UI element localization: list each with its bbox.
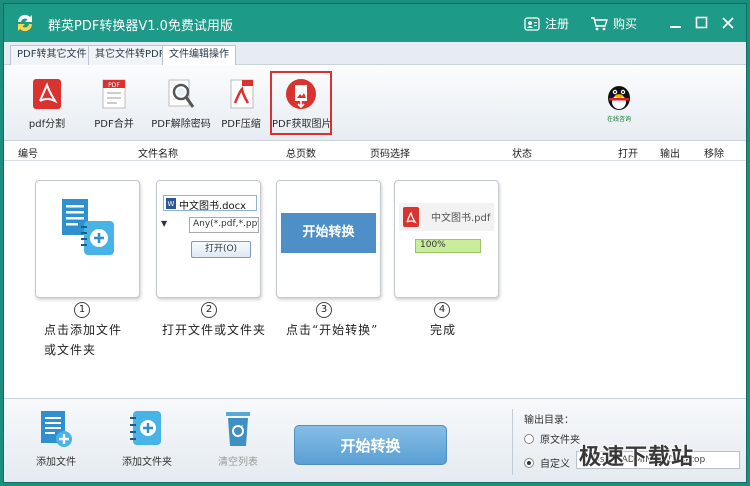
tab-row: PDF转其它文件 其它文件转PDF 文件编辑操作 — [4, 42, 746, 66]
qq-penguin-icon — [608, 86, 630, 110]
buy-label: 购买 — [613, 17, 638, 31]
col-status: 状态 — [512, 149, 532, 160]
add-file-icon — [41, 411, 72, 447]
done-file-name: 中文图书.pdf — [431, 213, 491, 224]
toolbar: pdf分割 PDF PDF合并 PDF解除密码 PDF压缩 PDF获取图片 在线… — [4, 65, 746, 141]
tab-pdf-to-other[interactable]: PDF转其它文件 — [10, 45, 94, 65]
col-number: 编号 — [18, 149, 38, 160]
col-remove: 移除 — [704, 149, 724, 160]
pdf-unlock-button[interactable]: PDF解除密码 — [150, 71, 212, 135]
step-3-text: 点击“开始转换” — [286, 320, 378, 340]
pdf-compress-icon — [230, 79, 254, 109]
done-file-row: 中文图书.pdf — [399, 203, 494, 231]
register-icon — [524, 16, 540, 31]
dialog-file-name: 中文图书.docx — [179, 201, 247, 212]
option-custom-folder[interactable]: 自定义 — [524, 455, 570, 470]
step-2-line1: 打开文件或文件夹 — [162, 323, 267, 337]
step-4-line1: 完成 — [430, 323, 457, 337]
svg-text:PDF: PDF — [108, 82, 120, 89]
dialog-file-field: W 中文图书.docx — [163, 195, 257, 212]
step-1-card — [35, 180, 140, 298]
title-bar: 群英PDF转换器V1.0免费试用版 注册 购买 — [4, 4, 746, 42]
clear-list-button[interactable]: 清空列表 — [218, 409, 258, 468]
pdf-compress-label: PDF压缩 — [221, 119, 261, 130]
done-progress-bar: 100% — [415, 239, 481, 253]
maximize-icon[interactable] — [692, 13, 712, 33]
add-folder-icon — [130, 411, 161, 445]
pdf-split-button[interactable]: pdf分割 — [16, 71, 78, 135]
word-doc-icon: W — [166, 198, 176, 209]
step-3-line1: 点击“开始转换” — [286, 323, 379, 337]
buy-link[interactable]: 购买 — [590, 15, 637, 32]
add-files-icon — [62, 199, 114, 255]
pdf-merge-label: PDF合并 — [94, 119, 134, 130]
step-3-convert-preview: 开始转换 — [281, 213, 376, 253]
cart-icon — [591, 16, 608, 30]
svg-text:W: W — [168, 200, 175, 208]
bottom-bar: 添加文件 添加文件夹 清空列表 开始转换 输出目录： 原文件夹 自定义 C:\U… — [4, 398, 746, 482]
option-source-folder[interactable]: 原文件夹 — [524, 431, 580, 446]
pdf-unlock-label: PDF解除密码 — [151, 119, 211, 130]
add-file-button[interactable]: 添加文件 — [36, 409, 76, 468]
trash-icon — [226, 412, 250, 446]
custom-folder-radio[interactable] — [524, 457, 534, 468]
step-2-number: 2 — [201, 302, 217, 318]
output-dir-label: 输出目录： — [524, 415, 574, 426]
pdf-split-icon — [33, 79, 61, 109]
bottom-divider — [512, 409, 513, 475]
step-4-card: 中文图书.pdf 100% — [394, 180, 499, 298]
online-consult-label: 在线咨询 — [606, 116, 631, 123]
pdf-unlock-icon — [168, 79, 195, 108]
file-list-header: 编号 文件名称 总页数 页码选择 状态 打开 输出 移除 — [4, 141, 746, 161]
site-watermark: 极速下载站 — [579, 445, 695, 470]
register-link[interactable]: 注册 — [524, 15, 569, 32]
window-title: 群英PDF转换器V1.0免费试用版 — [48, 19, 233, 34]
pdf-extract-image-label: PDF获取图片 — [272, 119, 332, 130]
col-total-pages: 总页数 — [286, 149, 316, 160]
source-folder-label: 原文件夹 — [540, 435, 580, 446]
step-1-line1: 点击添加文件 — [44, 323, 123, 337]
register-label: 注册 — [545, 17, 570, 31]
pdf-file-icon — [403, 207, 419, 227]
tab-file-edit[interactable]: 文件编辑操作 — [162, 45, 236, 66]
close-icon[interactable] — [718, 13, 738, 33]
col-page-select: 页码选择 — [370, 149, 410, 160]
step-1-line2: 或文件夹 — [44, 343, 97, 357]
tab-other-to-pdf[interactable]: 其它文件转PDF — [88, 45, 172, 65]
dialog-filter-select: Any(*.pdf,*.ppt,* — [189, 217, 259, 233]
step-1-number: 1 — [74, 302, 90, 318]
guide-area: 1 点击添加文件 或文件夹 W 中文图书.docx ▼ Any(*.pdf,*.… — [4, 162, 746, 398]
online-consult-button[interactable]: 在线咨询 — [602, 81, 636, 123]
step-4-text: 完成 — [430, 320, 456, 340]
step-3-number: 3 — [316, 302, 332, 318]
step-2-card: W 中文图书.docx ▼ Any(*.pdf,*.ppt,* 打开(O) — [156, 180, 261, 298]
app-window: 群英PDF转换器V1.0免费试用版 注册 购买 PDF转其它文件 其它文件转PD… — [3, 3, 747, 483]
step-4-number: 4 — [434, 302, 450, 318]
pdf-merge-button[interactable]: PDF PDF合并 — [83, 71, 145, 135]
step-1-text: 点击添加文件 或文件夹 — [44, 320, 122, 360]
add-file-label: 添加文件 — [36, 457, 76, 468]
add-folder-button[interactable]: 添加文件夹 — [122, 409, 172, 468]
step-3-card: 开始转换 — [276, 180, 381, 298]
step-2-text: 打开文件或文件夹 — [162, 320, 266, 340]
pdf-extract-image-icon — [286, 79, 316, 109]
minimize-icon[interactable] — [666, 13, 686, 33]
source-folder-radio[interactable] — [524, 433, 534, 444]
dialog-open-button: 打开(O) — [191, 241, 251, 258]
pdf-extract-image-button[interactable]: PDF获取图片 — [270, 71, 332, 135]
col-output: 输出 — [660, 149, 680, 160]
start-convert-button[interactable]: 开始转换 — [294, 425, 447, 465]
col-open: 打开 — [618, 149, 638, 160]
app-logo-icon — [17, 14, 33, 32]
custom-folder-label: 自定义 — [540, 459, 570, 470]
col-filename: 文件名称 — [138, 149, 178, 160]
pdf-compress-button[interactable]: PDF压缩 — [210, 71, 272, 135]
pdf-split-label: pdf分割 — [28, 119, 66, 130]
dialog-dropdown-arrow-icon: ▼ — [161, 219, 168, 228]
pdf-merge-icon: PDF — [102, 79, 126, 109]
add-folder-label: 添加文件夹 — [122, 457, 172, 468]
done-progress-text: 100% — [420, 240, 446, 250]
clear-list-label: 清空列表 — [218, 457, 258, 468]
